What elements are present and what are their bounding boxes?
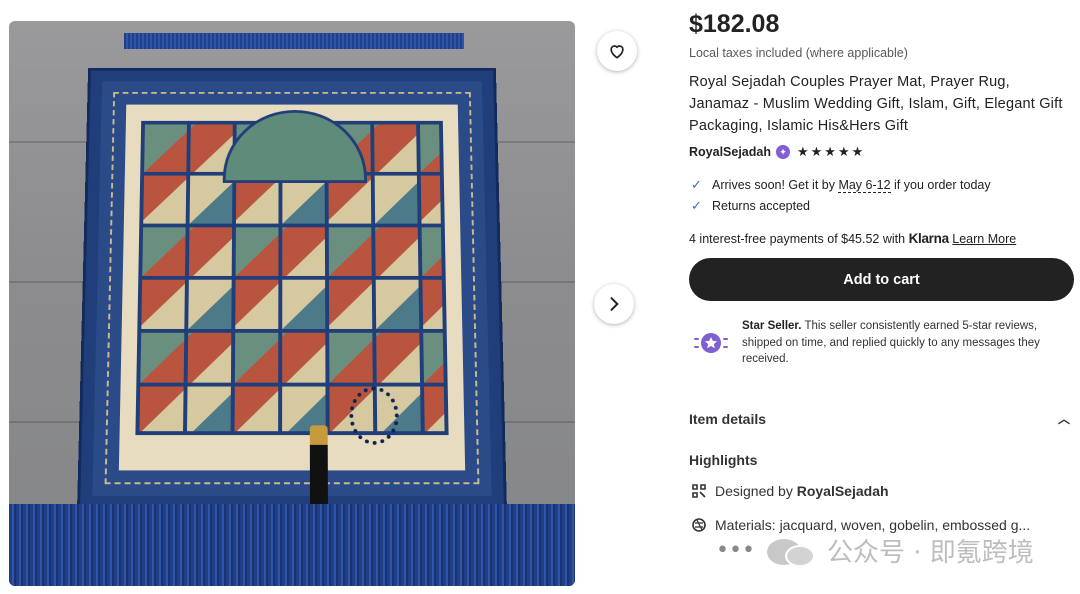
klarna-installments: 4 interest-free payments of $45.52 with … [689, 231, 1016, 246]
learn-more-link[interactable]: Learn More [952, 232, 1016, 246]
watermark-text: 公众号 · 即氪跨境 [826, 538, 1034, 568]
price: $182.08 [689, 10, 780, 38]
designed-by-row: Designed by RoyalSejadah [691, 483, 889, 499]
designer-icon [692, 484, 706, 498]
arrival-prefix: Arrives soon! Get it by [712, 178, 839, 192]
star-seller-text: Star Seller. This seller consistently ea… [742, 318, 1074, 368]
watermark-dots: ••• [716, 538, 755, 563]
chevron-right-icon [610, 297, 619, 311]
star-seller-icon [694, 333, 728, 353]
listing-title: Royal Sejadah Couples Prayer Mat, Prayer… [689, 74, 1063, 134]
tax-note: Local taxes included (where applicable) [689, 46, 908, 60]
shop-name-link[interactable]: RoyalSejadah [689, 145, 771, 159]
arrival-text: Arrives soon! Get it by May 6-12 if you … [712, 178, 991, 193]
star-seller-badge-icon: ✦ [775, 145, 790, 159]
rug-fringe-bottom [9, 504, 575, 586]
item-details-toggle[interactable]: Item details ︿ [689, 410, 1074, 427]
watermark: ••• 公众号 · 即氪跨境 [716, 532, 1034, 569]
rug-fringe-top [124, 33, 464, 49]
designed-by-prefix: Designed by [715, 483, 797, 499]
check-icon: ✓ [691, 177, 702, 192]
returns-perk: ✓ Returns accepted [691, 198, 810, 214]
materials-row: Materials: jacquard, woven, gobelin, emb… [691, 517, 1074, 533]
klarna-text: 4 interest-free payments of $45.52 with [689, 232, 909, 246]
klarna-logo: Klarna [908, 231, 950, 246]
check-icon: ✓ [691, 198, 702, 213]
designer-link[interactable]: RoyalSejadah [797, 483, 889, 499]
arrival-perk: ✓ Arrives soon! Get it by May 6-12 if yo… [691, 177, 991, 193]
prayer-rug [77, 67, 507, 534]
shop-row: RoyalSejadah ✦ ★★★★★ [689, 144, 865, 160]
favorite-button[interactable] [597, 31, 637, 71]
wechat-icon [763, 533, 819, 569]
materials-icon [692, 518, 706, 532]
arrival-date[interactable]: May 6-12 [838, 178, 891, 193]
materials-text: Materials: jacquard, woven, gobelin, emb… [715, 517, 1031, 533]
next-image-button[interactable] [594, 284, 634, 324]
chevron-up-icon: ︿ [1057, 412, 1070, 426]
heart-icon [610, 45, 624, 59]
prayer-beads [349, 386, 400, 445]
designed-by-text: Designed by RoyalSejadah [715, 483, 889, 499]
rating-stars[interactable]: ★★★★★ [797, 144, 865, 160]
add-to-cart-button[interactable]: Add to cart [689, 258, 1074, 301]
star-seller-heading: Star Seller. [742, 320, 802, 332]
returns-text: Returns accepted [712, 199, 810, 213]
item-details-label: Item details [689, 410, 767, 427]
product-image[interactable] [9, 21, 575, 586]
highlights-heading: Highlights [689, 452, 758, 468]
arrival-suffix: if you order today [890, 178, 991, 192]
